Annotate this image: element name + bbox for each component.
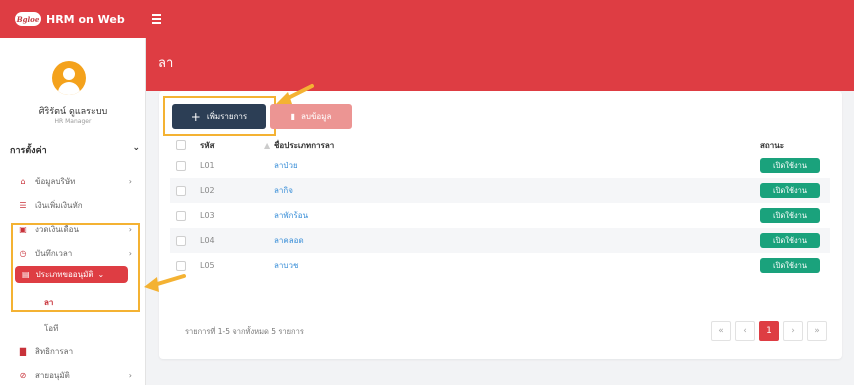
cell-code: L05 — [200, 261, 215, 270]
annotation-arrow-add — [276, 84, 314, 104]
sidebar-item-label: เงินเพิ่มเงินหัก — [35, 200, 83, 210]
status-badge: เปิดใช้งาน — [760, 233, 820, 248]
status-badge: เปิดใช้งาน — [760, 158, 820, 173]
menu-heading-settings[interactable]: การตั้งค่า ⌄ — [10, 143, 140, 157]
row-checkbox[interactable] — [176, 260, 186, 271]
cell-code: L04 — [200, 228, 264, 253]
top-bar: Bgloe HRM on Web — [0, 0, 854, 38]
chevron-down-icon: ⌄ — [132, 143, 140, 153]
user-name: ศิริรัตน์ ดูแลระบบ — [38, 107, 108, 117]
sidebar-subitem-ot[interactable]: โอที — [44, 322, 58, 335]
user-role: HR Manager — [54, 118, 92, 125]
leave-type-link[interactable]: ลากิจ — [274, 186, 293, 195]
table-row: L01 ลาป่วย เปิดใช้งาน — [170, 153, 830, 178]
select-all-checkbox[interactable] — [176, 140, 186, 150]
leave-type-link[interactable]: ลาบวช — [274, 261, 298, 270]
home-icon: ⌂ — [20, 176, 26, 186]
row-checkbox[interactable] — [176, 210, 186, 221]
brand[interactable]: Bgloe HRM on Web — [0, 0, 146, 38]
sidebar-item-leave-rights[interactable]: ▇ สิทธิการลา — [17, 342, 132, 360]
menu-heading-label: การตั้งค่า — [10, 146, 47, 156]
cell-code: L01 — [200, 161, 215, 170]
sidebar-item-label: สายอนุมัติ — [35, 370, 70, 380]
app-window: Bgloe HRM on Web ลา ศิริรัตน์ ดูแลระบบ H… — [0, 0, 854, 385]
page-title: ลา — [158, 56, 174, 71]
prev-page-button[interactable]: ‹ — [735, 321, 755, 341]
status-badge: เปิดใช้งาน — [760, 258, 820, 273]
trash-icon: ▮ — [290, 112, 295, 121]
page-button-current[interactable]: 1 — [759, 321, 779, 341]
sort-icon[interactable]: ▲ — [264, 137, 274, 153]
page-header: ลา — [146, 38, 854, 91]
document-icon: ▇ — [19, 346, 27, 356]
first-page-button[interactable]: « — [711, 321, 731, 341]
sidebar: ศิริรัตน์ ดูแลระบบ HR Manager การตั้งค่า… — [0, 38, 146, 385]
highlight-box-sidebar — [11, 223, 140, 312]
annotation-arrow-sidebar — [144, 274, 186, 292]
chevron-right-icon: › — [128, 370, 132, 380]
delete-label: ลบข้อมูล — [300, 112, 332, 121]
logo: Bgloe — [15, 12, 41, 26]
cell-code: L02 — [200, 178, 264, 203]
sidebar-item-label: สิทธิการลา — [35, 346, 74, 356]
next-page-button[interactable]: › — [783, 321, 803, 341]
row-checkbox[interactable] — [176, 235, 186, 246]
status-badge: เปิดใช้งาน — [760, 183, 820, 198]
leave-type-link[interactable]: ลาป่วย — [274, 161, 298, 170]
leave-type-link[interactable]: ลาคลอด — [274, 236, 304, 245]
column-header-status[interactable]: สถานะ — [760, 137, 830, 153]
row-checkbox[interactable] — [176, 160, 186, 171]
status-badge: เปิดใช้งาน — [760, 208, 820, 223]
chevron-right-icon: › — [128, 176, 132, 186]
sidebar-item-additions[interactable]: ☰ เงินเพิ่มเงินหัก — [17, 196, 132, 214]
pagination-info: รายการที่ 1-5 จากทั้งหมด 5 รายการ — [185, 327, 304, 336]
cell-code: L03 — [200, 211, 215, 220]
menu-toggle-icon[interactable] — [152, 12, 166, 26]
column-header-code[interactable]: รหัส — [200, 137, 264, 153]
leave-type-link[interactable]: ลาพักร้อน — [274, 211, 308, 220]
table-row: L05 ลาบวช เปิดใช้งาน — [170, 253, 830, 278]
table-row: L04 ลาคลอด เปิดใช้งาน — [170, 228, 830, 253]
table-row: L02 ลากิจ เปิดใช้งาน — [170, 178, 830, 203]
column-header-type[interactable]: ชื่อประเภทการลา — [274, 137, 760, 153]
sidebar-item-company[interactable]: ⌂ ข้อมูลบริษัท › — [17, 172, 132, 190]
sidebar-item-approval-line[interactable]: ⊘ สายอนุมัติ › — [17, 366, 132, 384]
sidebar-item-label: ข้อมูลบริษัท — [35, 176, 76, 186]
pagination: « ‹ 1 › » — [711, 321, 831, 341]
app-title: HRM on Web — [46, 12, 125, 26]
highlight-box-add-button — [163, 96, 276, 136]
table-header-row: รหัส ▲ ชื่อประเภทการลา สถานะ — [170, 137, 830, 153]
avatar — [52, 61, 86, 95]
last-page-button[interactable]: » — [807, 321, 827, 341]
leave-types-table: รหัส ▲ ชื่อประเภทการลา สถานะ L01 ลาป่วย … — [170, 137, 830, 278]
table-row: L03 ลาพักร้อน เปิดใช้งาน — [170, 203, 830, 228]
list-icon: ☰ — [19, 200, 27, 210]
check-circle-icon: ⊘ — [19, 370, 27, 380]
row-checkbox[interactable] — [176, 185, 186, 196]
